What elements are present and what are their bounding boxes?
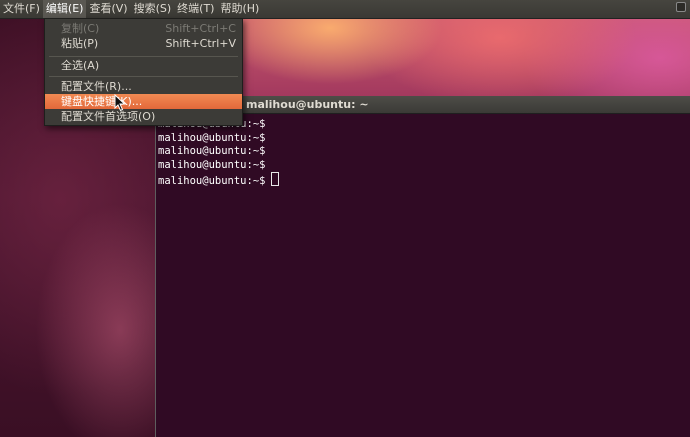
menu-item-select-all[interactable]: 全选(A) — [45, 58, 242, 73]
menu-item-profiles[interactable]: 配置文件(R)... — [45, 79, 242, 94]
menu-item-paste[interactable]: 粘贴(P) Shift+Ctrl+V — [45, 36, 242, 51]
menu-item-keyboard-shortcuts[interactable]: 键盘快捷键(K)... — [45, 94, 242, 109]
menu-file[interactable]: 文件(F) — [0, 0, 43, 18]
menu-separator — [49, 56, 238, 57]
menu-view[interactable]: 查看(V) — [86, 0, 130, 18]
menu-item-label: 配置文件(R)... — [61, 80, 132, 93]
text-cursor — [271, 172, 280, 186]
terminal-prompt-line[interactable]: malihou@ubuntu:~$ — [158, 172, 690, 187]
mouse-pointer-icon — [114, 94, 126, 112]
menu-item-accel: Shift+Ctrl+C — [165, 22, 236, 35]
terminal-output[interactable]: malihou@ubuntu:~$ malihou@ubuntu:~$ mali… — [158, 118, 690, 437]
menu-item-copy[interactable]: 复制(C) Shift+Ctrl+C — [45, 21, 242, 36]
terminal-window[interactable]: malihou@ubuntu: ~ malihou@ubuntu:~$ mali… — [155, 96, 690, 437]
menu-item-label: 全选(A) — [61, 59, 100, 72]
desktop: malihou@ubuntu: ~ malihou@ubuntu:~$ mali… — [0, 0, 690, 437]
menu-search[interactable]: 搜索(S) — [131, 0, 175, 18]
window-controls — [676, 2, 686, 12]
terminal-prompt: malihou@ubuntu:~$ — [158, 175, 266, 187]
menu-item-label: 复制(C) — [61, 22, 100, 35]
wallpaper — [240, 18, 690, 98]
menu-terminal[interactable]: 终端(T) — [174, 0, 217, 18]
terminal-line: malihou@ubuntu:~$ — [158, 158, 266, 171]
terminal-line: malihou@ubuntu:~$ — [158, 131, 266, 144]
menu-item-accel: Shift+Ctrl+V — [165, 37, 236, 50]
edit-dropdown-menu: 复制(C) Shift+Ctrl+C 粘贴(P) Shift+Ctrl+V 全选… — [44, 18, 243, 126]
menu-help[interactable]: 帮助(H) — [217, 0, 262, 18]
menu-item-label: 键盘快捷键(K)... — [61, 95, 143, 108]
menu-item-profile-preferences[interactable]: 配置文件首选项(O) — [45, 109, 242, 124]
menu-item-label: 配置文件首选项(O) — [61, 110, 156, 123]
menu-separator — [49, 76, 238, 77]
menubar: 文件(F) 编辑(E) 查看(V) 搜索(S) 终端(T) 帮助(H) — [0, 0, 690, 19]
menu-edit[interactable]: 编辑(E) — [42, 0, 87, 18]
menu-item-label: 粘贴(P) — [61, 37, 99, 50]
restore-icon[interactable] — [676, 2, 686, 12]
terminal-line: malihou@ubuntu:~$ — [158, 145, 266, 157]
